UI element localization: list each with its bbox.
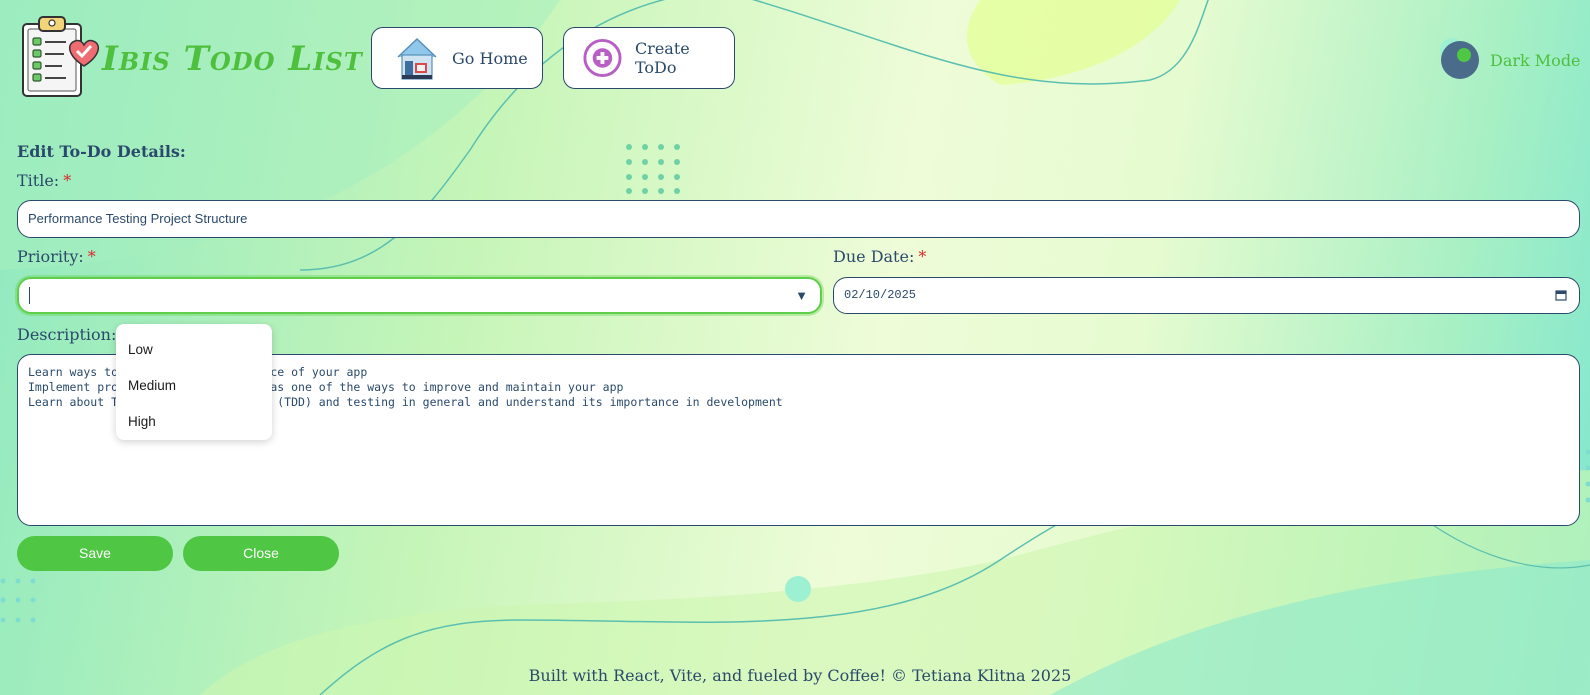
toggle-switch-icon: [1441, 41, 1479, 79]
title-label-text: Title:: [17, 171, 60, 190]
dropdown-arrow-icon[interactable]: ▼: [795, 288, 808, 303]
close-button[interactable]: Close: [183, 536, 339, 571]
form-heading: Edit To-Do Details:: [17, 142, 186, 161]
required-mark: *: [63, 171, 72, 190]
go-home-button[interactable]: Go Home: [371, 27, 543, 89]
clipboard-checklist-icon: [22, 16, 100, 97]
title-label: Title: *: [17, 171, 71, 190]
priority-select[interactable]: ▼: [17, 277, 822, 314]
save-button[interactable]: Save: [17, 536, 173, 571]
plus-circle-icon: [583, 38, 622, 78]
footer-credit: Built with React, Vite, and fueled by Co…: [528, 666, 1072, 685]
app-title: Ibis Todo List: [102, 39, 363, 79]
edit-todo-page: Ibis Todo List Go Home Create ToDo Dark …: [0, 0, 1590, 695]
required-mark: *: [918, 247, 927, 266]
house-icon: [397, 37, 437, 80]
text-cursor: [29, 287, 30, 304]
create-todo-button[interactable]: Create ToDo: [563, 27, 735, 89]
priority-label-text: Priority:: [17, 247, 84, 266]
go-home-label: Go Home: [452, 48, 528, 68]
app-logo[interactable]: Ibis Todo List: [20, 14, 363, 98]
due-date-value: 02/10/2025: [844, 288, 917, 302]
priority-option-high[interactable]: High: [116, 404, 272, 440]
title-input[interactable]: Performance Testing Project Structure: [17, 200, 1580, 238]
due-date-label-text: Due Date:: [833, 247, 915, 266]
create-todo-label: Create ToDo: [634, 39, 690, 77]
due-date-label: Due Date: *: [833, 247, 926, 266]
priority-option-medium[interactable]: Medium: [116, 368, 272, 404]
dark-mode-toggle[interactable]: Dark Mode: [1438, 38, 1581, 82]
due-date-input[interactable]: 02/10/2025: [833, 277, 1580, 314]
description-label: Description:: [17, 325, 117, 344]
required-mark: *: [87, 247, 96, 266]
priority-label: Priority: *: [17, 247, 96, 266]
dark-mode-label: Dark Mode: [1490, 50, 1581, 70]
calendar-icon[interactable]: [1555, 289, 1567, 301]
priority-option-low[interactable]: Low: [116, 332, 272, 368]
priority-dropdown-menu: Low Medium High: [116, 324, 272, 440]
